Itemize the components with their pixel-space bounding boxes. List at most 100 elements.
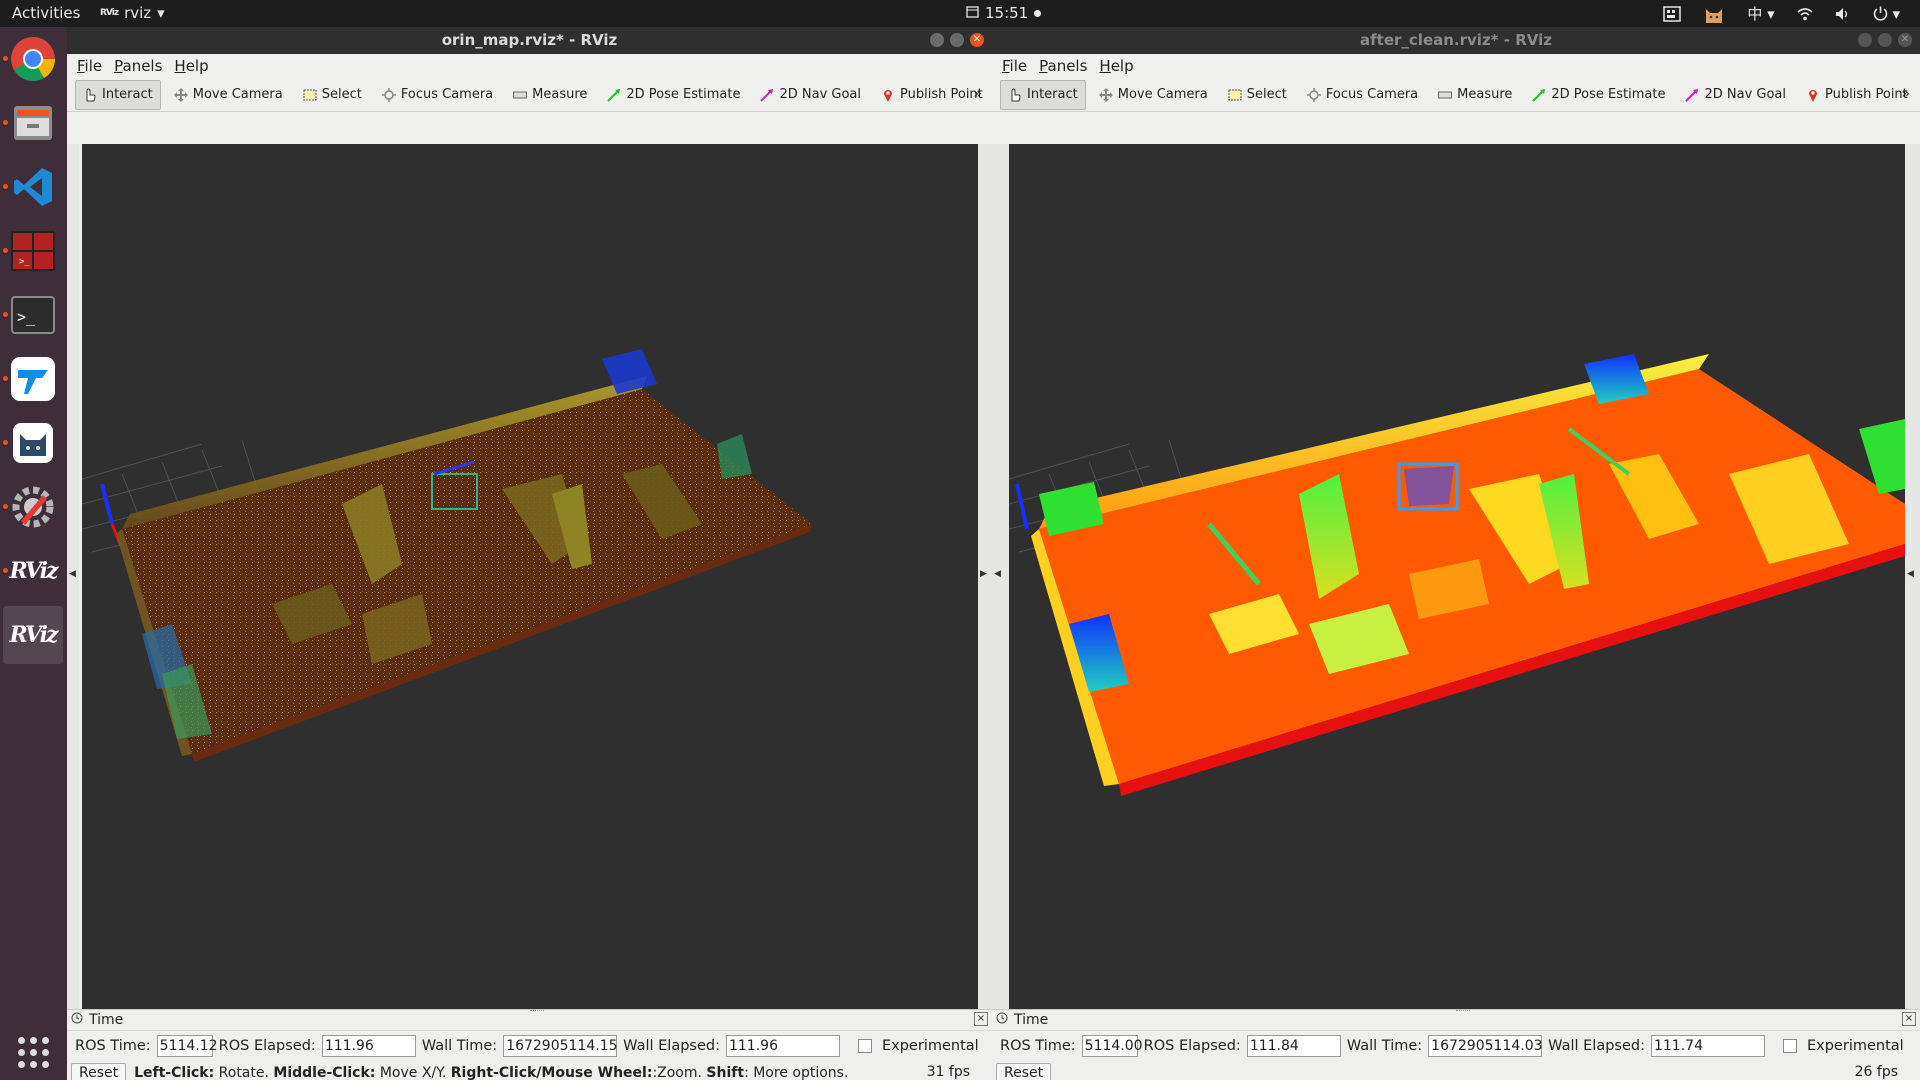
left-dock-handle[interactable]: ◀	[992, 144, 1009, 1009]
menu-panels[interactable]: Panels	[114, 57, 162, 75]
mouse-hint: Left-Click: Rotate. Middle-Click: Move X…	[134, 1065, 849, 1080]
terminator-icon[interactable]: >_	[3, 226, 58, 276]
wall-elapsed-field[interactable]: 111.96	[725, 1035, 840, 1057]
time-panel: Time × ROS Time: 5114.12 ROS Elapsed: 11…	[67, 1009, 992, 1080]
close-button[interactable]: ✕	[970, 33, 984, 47]
close-panel-button[interactable]: ×	[1902, 1012, 1916, 1026]
green-arrow-icon	[607, 88, 621, 102]
ros-time-field[interactable]: 5114.00	[1081, 1035, 1143, 1057]
tool-focus-camera[interactable]: Focus Camera	[375, 81, 500, 109]
app-menu[interactable]: RViz rviz ▾	[100, 4, 165, 22]
tool-measure[interactable]: Measure	[1431, 81, 1519, 109]
reset-button[interactable]: Reset	[71, 1063, 127, 1080]
3d-render-view[interactable]	[82, 144, 978, 1009]
time-panel-header: Time ×	[67, 1010, 992, 1031]
tool-2d-pose-estimate[interactable]: 2D Pose Estimate	[600, 81, 747, 109]
ros-elapsed-field[interactable]: 111.96	[321, 1035, 416, 1057]
tool-2d-pose-estimate[interactable]: 2D Pose Estimate	[1525, 81, 1672, 109]
time-panel: Time × ROS Time: 5114.00 ROS Elapsed: 11…	[992, 1009, 1920, 1080]
tool-select[interactable]: Select	[1221, 81, 1294, 109]
volume-icon[interactable]	[1835, 7, 1851, 21]
keyboard-layout-icon[interactable]	[1663, 5, 1682, 22]
minimize-button[interactable]	[930, 33, 944, 47]
ros-elapsed-field[interactable]: 111.84	[1246, 1035, 1341, 1057]
clock-icon	[996, 1012, 1008, 1028]
menu-file[interactable]: File	[1002, 57, 1027, 75]
map-floor	[122, 389, 812, 754]
activities-button[interactable]: Activities	[12, 4, 80, 22]
left-dock-handle[interactable]: ◀	[67, 144, 79, 1009]
close-button[interactable]: ✕	[1898, 33, 1912, 47]
toolbar-overflow-icon[interactable]: »	[973, 86, 982, 102]
maximize-button[interactable]	[950, 33, 964, 47]
tool-2d-nav-goal[interactable]: 2D Nav Goal	[1678, 81, 1793, 109]
show-applications-icon[interactable]	[8, 1027, 58, 1077]
ros-elapsed-label: ROS Elapsed:	[218, 1038, 316, 1054]
experimental-checkbox[interactable]	[1782, 1039, 1797, 1053]
experimental-checkbox[interactable]	[857, 1039, 872, 1053]
point-cloud-map	[82, 349, 812, 762]
wall-time-label: Wall Time:	[1346, 1038, 1423, 1054]
tool-move-camera[interactable]: Move Camera	[1092, 81, 1215, 109]
rviz-small-icon: RViz	[100, 8, 119, 18]
tool-select[interactable]: Select	[296, 81, 369, 109]
running-indicator	[3, 312, 8, 317]
map-pin-icon	[881, 88, 895, 102]
right-dock-handle[interactable]: ◀	[1905, 144, 1920, 1009]
ros-time-field[interactable]: 5114.12	[156, 1035, 218, 1057]
close-panel-button[interactable]: ×	[974, 1012, 988, 1026]
reset-button[interactable]: Reset	[996, 1063, 1052, 1080]
tool-publish-point[interactable]: Publish Point	[1799, 81, 1915, 109]
selection-box-icon	[303, 88, 317, 102]
maximize-button[interactable]	[1878, 33, 1892, 47]
menu-panels[interactable]: Panels	[1039, 57, 1087, 75]
green-arrow-icon	[1532, 88, 1546, 102]
time-panel-title: Time	[89, 1012, 124, 1028]
collapse-right-icon: ◀	[1907, 569, 1914, 579]
3d-render-view[interactable]	[1009, 144, 1905, 1009]
terminal-icon[interactable]: >_	[3, 290, 58, 340]
tool-move-camera[interactable]: Move Camera	[167, 81, 290, 109]
minimize-button[interactable]	[1858, 33, 1872, 47]
move-arrows-icon	[1098, 87, 1113, 102]
vscode-icon[interactable]	[3, 162, 58, 212]
toolbar-overflow-icon[interactable]: »	[1901, 86, 1910, 102]
time-fields: ROS Time: 5114.12 ROS Elapsed: 111.96 Wa…	[67, 1031, 992, 1061]
clash-icon[interactable]	[3, 418, 58, 468]
tool-measure[interactable]: Measure	[506, 81, 594, 109]
time-panel-title: Time	[1014, 1012, 1049, 1028]
teamviewer-icon[interactable]	[3, 354, 58, 404]
status-bar: Reset 26 fps	[992, 1061, 1920, 1080]
tool-focus-camera[interactable]: Focus Camera	[1300, 81, 1425, 109]
clock-icon	[71, 1012, 83, 1028]
clock[interactable]: 15:51	[966, 4, 1042, 22]
chrome-icon[interactable]	[3, 34, 58, 84]
power-icon[interactable]: ▾	[1873, 5, 1900, 23]
window-title: after_clean.rviz* - RViz	[1360, 31, 1552, 49]
right-dock-handle[interactable]: ▶	[978, 144, 992, 1009]
window-title: orin_map.rviz* - RViz	[441, 31, 618, 49]
wall-elapsed-field[interactable]: 111.74	[1650, 1035, 1765, 1057]
time-fields: ROS Time: 5114.00 ROS Elapsed: 111.84 Wa…	[992, 1031, 1920, 1061]
wifi-icon[interactable]	[1797, 7, 1813, 21]
cat-avatar-icon[interactable]	[1703, 3, 1725, 25]
rviz-icon[interactable]: RViz	[3, 606, 63, 664]
rviz-window-left: orin_map.rviz* - RViz ✕ File Panels Help…	[67, 27, 992, 1080]
window-titlebar[interactable]: orin_map.rviz* - RViz ✕	[67, 27, 992, 54]
rviz-icon[interactable]: RViz	[3, 546, 59, 596]
input-method-indicator[interactable]: 中 ▾	[1747, 3, 1774, 24]
menu-help[interactable]: Help	[174, 57, 208, 75]
running-indicator	[3, 568, 8, 573]
tool-publish-point[interactable]: Publish Point	[874, 81, 990, 109]
wall-time-label: Wall Time:	[421, 1038, 498, 1054]
files-icon[interactable]	[3, 98, 58, 148]
menu-help[interactable]: Help	[1099, 57, 1133, 75]
tool-2d-nav-goal[interactable]: 2D Nav Goal	[753, 81, 868, 109]
tool-interact[interactable]: Interact	[1000, 79, 1086, 110]
wall-time-field[interactable]: 1672905114.03	[1428, 1035, 1543, 1057]
menu-file[interactable]: File	[77, 57, 102, 75]
software-updater-icon[interactable]	[3, 482, 58, 532]
window-titlebar[interactable]: after_clean.rviz* - RViz ✕	[992, 27, 1920, 54]
tool-interact[interactable]: Interact	[75, 79, 161, 110]
wall-time-field[interactable]: 1672905114.15	[503, 1035, 618, 1057]
